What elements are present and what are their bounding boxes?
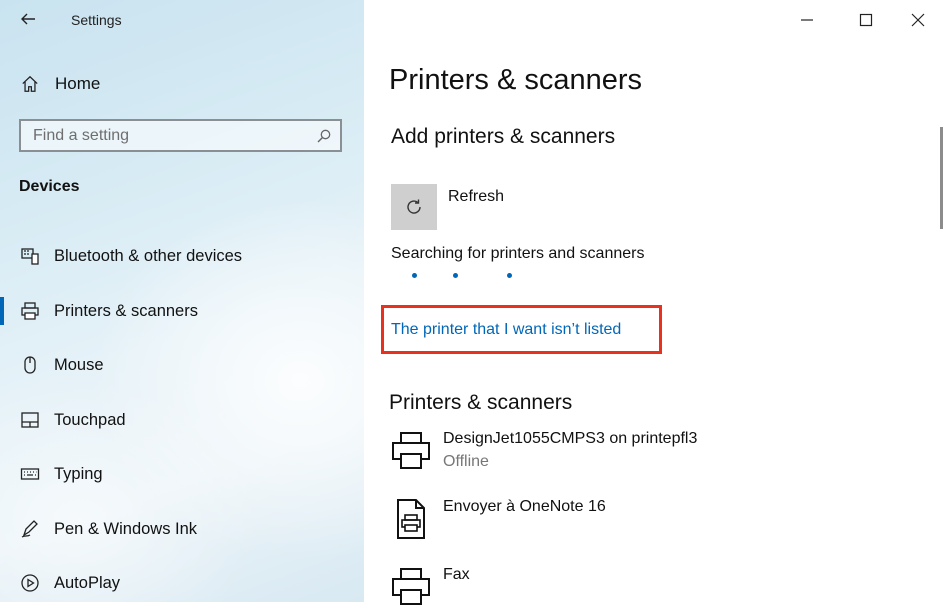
printer-list-item[interactable]: Envoyer à OneNote 16 (390, 498, 890, 548)
close-icon (911, 13, 925, 27)
sidebar-item-autoplay[interactable]: AutoPlay (0, 563, 364, 602)
maximize-icon (859, 13, 873, 27)
pen-icon (19, 518, 41, 540)
back-arrow-icon (21, 13, 35, 25)
touchpad-icon (19, 409, 41, 431)
app-title: Settings (71, 12, 122, 28)
sidebar-item-touchpad[interactable]: Touchpad (0, 400, 364, 440)
sidebar-item-printers[interactable]: Printers & scanners (0, 291, 364, 331)
sidebar-item-typing[interactable]: Typing (0, 454, 364, 494)
printer-icon (392, 432, 430, 469)
keyboard-icon (19, 463, 41, 485)
close-button[interactable] (903, 8, 933, 32)
home-nav-item[interactable]: Home (19, 71, 100, 97)
main-content: Printers & scanners Add printers & scann… (364, 0, 943, 605)
refresh-button[interactable] (391, 184, 437, 230)
printer-name: DesignJet1055CMPS3 on printepfl3 (443, 430, 698, 447)
printer-not-listed-link[interactable]: The printer that I want isn’t listed (391, 321, 621, 339)
page-title: Printers & scanners (389, 64, 643, 96)
section-title-devices: Devices (19, 178, 80, 195)
progress-dot (453, 273, 458, 278)
add-section-title: Add printers & scanners (391, 125, 616, 148)
printer-list-title: Printers & scanners (389, 391, 573, 414)
home-icon (19, 73, 41, 95)
bluetooth-devices-icon (19, 245, 41, 267)
sidebar-item-label: Mouse (54, 355, 104, 374)
searching-status: Searching for printers and scanners (391, 245, 645, 262)
progress-dot (412, 273, 417, 278)
printer-icon (19, 300, 41, 322)
autoplay-icon (19, 572, 41, 594)
sidebar-item-label: Printers & scanners (54, 301, 198, 320)
maximize-button[interactable] (851, 8, 881, 32)
sidebar-item-label: Pen & Windows Ink (54, 519, 198, 538)
refresh-label[interactable]: Refresh (448, 188, 504, 206)
sidebar-item-label: AutoPlay (54, 573, 121, 592)
search-icon (317, 129, 331, 143)
home-label: Home (55, 74, 101, 93)
printer-name: Fax (443, 566, 470, 583)
sidebar-item-bluetooth[interactable]: Bluetooth & other devices (0, 236, 364, 276)
sidebar: Settings Home Find a setting Devices Blu… (0, 0, 364, 602)
printer-name: Envoyer à OneNote 16 (443, 498, 606, 515)
sidebar-item-pen[interactable]: Pen & Windows Ink (0, 509, 364, 549)
selection-indicator (0, 297, 4, 325)
back-button[interactable] (16, 8, 40, 30)
sidebar-item-label: Touchpad (54, 410, 126, 429)
search-input[interactable]: Find a setting (19, 119, 342, 152)
minimize-button[interactable] (792, 8, 822, 32)
sidebar-item-label: Bluetooth & other devices (54, 246, 243, 265)
printer-list-item[interactable]: DesignJet1055CMPS3 on printepfl3 Offline (390, 430, 890, 480)
sidebar-item-mouse[interactable]: Mouse (0, 345, 364, 385)
mouse-icon (19, 354, 41, 376)
printer-list-item[interactable]: Fax (390, 566, 890, 616)
sidebar-item-label: Typing (54, 464, 103, 483)
printer-status: Offline (443, 453, 489, 470)
minimize-icon (801, 19, 813, 21)
progress-dot (507, 273, 512, 278)
onenote-printer-icon (397, 499, 425, 539)
refresh-icon (407, 199, 421, 214)
search-placeholder: Find a setting (33, 127, 130, 144)
